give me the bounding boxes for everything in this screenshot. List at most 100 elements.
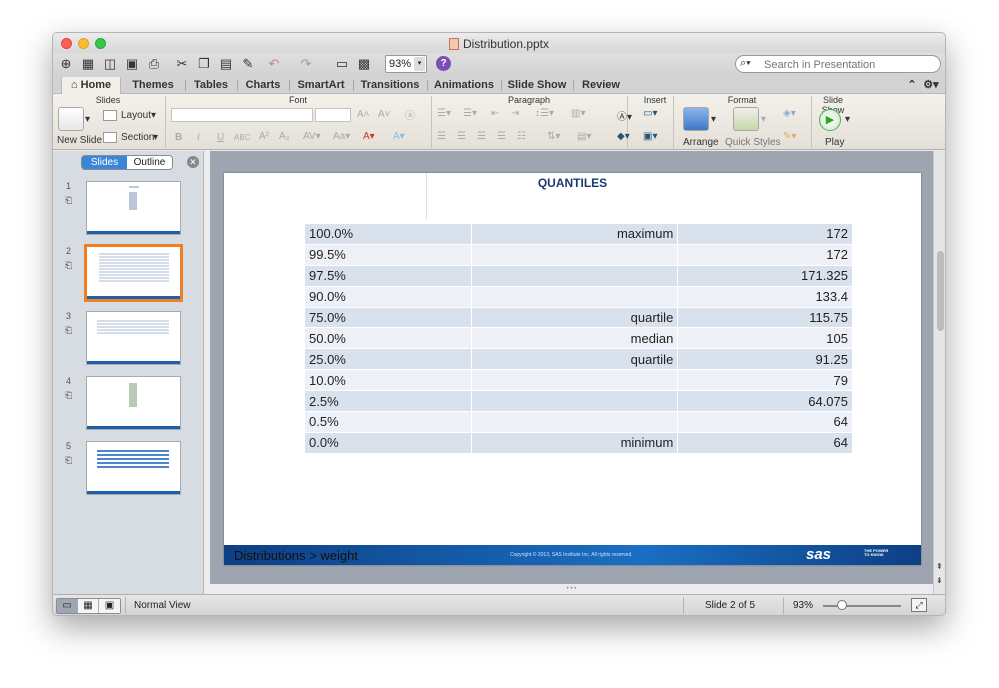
- line-spacing-icon[interactable]: ↕☰▾: [535, 108, 554, 119]
- text-effects-icon[interactable]: A▾: [393, 131, 405, 142]
- fit-to-window-icon[interactable]: ⤢: [911, 598, 927, 612]
- shape-fill-icon[interactable]: ◈▾: [783, 108, 796, 119]
- layout-icon[interactable]: [103, 110, 117, 121]
- decrease-font-size-icon[interactable]: A˅: [378, 109, 391, 120]
- quantiles-table[interactable]: 100.0% maximum 172 99.5% 172 97.5% 171.325 9…: [304, 223, 853, 454]
- columns-icon[interactable]: ▥▾: [571, 108, 585, 119]
- zoom-slider-knob[interactable]: [837, 600, 847, 610]
- align-center-icon[interactable]: ☰: [457, 131, 466, 142]
- quick-styles-button[interactable]: Quick Styles: [725, 137, 781, 148]
- new-slide-icon[interactable]: [58, 107, 84, 131]
- format-painter-icon[interactable]: ✎: [239, 55, 257, 73]
- section-icon[interactable]: [103, 132, 117, 143]
- vertical-scrollbar[interactable]: ⇞ ⇟: [933, 151, 945, 594]
- picture-icon[interactable]: ▭▾: [643, 108, 657, 119]
- subscript-icon[interactable]: A₂: [279, 131, 290, 142]
- insert-slide-icon[interactable]: ▭: [333, 55, 351, 73]
- play-button[interactable]: Play: [825, 137, 844, 148]
- character-spacing-icon[interactable]: AV▾: [303, 131, 321, 142]
- text-box-icon[interactable]: Ⓐ▾: [617, 108, 632, 123]
- align-text-icon[interactable]: ▤▾: [577, 131, 591, 142]
- slide-thumbnail-5[interactable]: 5 ⎗: [53, 441, 204, 497]
- cut-icon[interactable]: ✂: [173, 55, 191, 73]
- tab-charts[interactable]: Charts: [239, 77, 287, 94]
- tab-home[interactable]: ⌂ Home: [61, 77, 121, 94]
- shape-line-icon[interactable]: ✎▾: [783, 131, 796, 142]
- save-icon[interactable]: ▣: [123, 55, 141, 73]
- tab-smartart[interactable]: SmartArt: [291, 77, 351, 94]
- play-icon[interactable]: ▶: [819, 109, 841, 131]
- close-pane-icon[interactable]: ✕: [187, 156, 199, 168]
- change-case-icon[interactable]: Aa▾: [333, 131, 350, 142]
- italic-icon[interactable]: I: [197, 132, 200, 143]
- paste-icon[interactable]: ▤: [217, 55, 235, 73]
- new-slide-dropdown-icon[interactable]: ▾: [85, 114, 90, 125]
- footer-breadcrumb[interactable]: Distributions > weight: [234, 548, 358, 563]
- scroll-thumb[interactable]: [937, 251, 944, 331]
- strikethrough-icon[interactable]: ABC: [234, 133, 250, 142]
- tab-tables[interactable]: Tables: [187, 77, 235, 94]
- quick-styles-icon[interactable]: [733, 107, 759, 131]
- decrease-indent-icon[interactable]: ⇤: [491, 108, 499, 119]
- smartart-icon[interactable]: ▣▾: [643, 131, 657, 142]
- tab-review[interactable]: Review: [575, 77, 627, 94]
- redo-icon[interactable]: ↷: [297, 55, 315, 73]
- quick-styles-dropdown-icon[interactable]: ▾: [761, 114, 766, 125]
- templates-icon[interactable]: ▦: [79, 55, 97, 73]
- notes-splitter-handle[interactable]: • • •: [210, 584, 933, 594]
- slideshow-icon[interactable]: ▩: [355, 55, 373, 73]
- zoom-slider[interactable]: [823, 605, 901, 607]
- shapes-icon[interactable]: ◆▾: [617, 131, 630, 142]
- tab-animations[interactable]: Animations: [429, 77, 499, 94]
- arrange-icon[interactable]: [683, 107, 709, 131]
- section-button[interactable]: Section: [121, 132, 154, 143]
- arrange-dropdown-icon[interactable]: ▾: [711, 114, 716, 125]
- bold-icon[interactable]: B: [175, 132, 182, 143]
- outline-tab[interactable]: Outline: [127, 156, 172, 169]
- slide-thumbnail-2[interactable]: 2 ⎗: [53, 244, 204, 302]
- slide-canvas[interactable]: QUANTILES 100.0% maximum 172 99.5% 172 97.5…: [224, 173, 921, 565]
- print-icon[interactable]: ⎙: [145, 55, 163, 73]
- distribute-icon[interactable]: ☷: [517, 131, 526, 142]
- collapse-ribbon-icon[interactable]: ⌃: [905, 77, 919, 94]
- play-dropdown-icon[interactable]: ▾: [845, 114, 850, 125]
- copy-icon[interactable]: ❐: [195, 55, 213, 73]
- arrange-button[interactable]: Arrange: [683, 137, 719, 148]
- slides-tab[interactable]: Slides: [82, 156, 127, 169]
- bullets-icon[interactable]: ☰▾: [437, 108, 451, 119]
- zoom-select[interactable]: 93% ▾: [385, 55, 427, 73]
- normal-view-icon[interactable]: ▭: [57, 599, 78, 613]
- open-icon[interactable]: ◫: [101, 55, 119, 73]
- tab-themes[interactable]: Themes: [123, 77, 183, 94]
- slide-thumbnail-3[interactable]: 3 ⎗: [53, 311, 204, 367]
- undo-icon[interactable]: ↶: [265, 55, 283, 73]
- text-direction-icon[interactable]: ⇅▾: [547, 131, 560, 142]
- section-dropdown-icon[interactable]: ▾: [153, 132, 158, 143]
- layout-button[interactable]: Layout: [121, 110, 151, 121]
- search-icon[interactable]: ⌕▾: [740, 57, 751, 70]
- font-name-field[interactable]: [171, 108, 313, 122]
- previous-slide-icon[interactable]: ⇞: [936, 563, 943, 571]
- tab-transitions[interactable]: Transitions: [355, 77, 425, 94]
- font-color-icon[interactable]: A▾: [363, 131, 375, 142]
- font-size-field[interactable]: [315, 108, 351, 122]
- new-slide-button[interactable]: New Slide: [57, 135, 102, 146]
- slide-show-view-icon[interactable]: ▣: [99, 599, 120, 613]
- slide-thumbnail-1[interactable]: 1 ⎗: [53, 181, 204, 237]
- layout-dropdown-icon[interactable]: ▾: [151, 110, 156, 121]
- align-right-icon[interactable]: ☰: [477, 131, 486, 142]
- align-left-icon[interactable]: ☰: [437, 131, 446, 142]
- slide-title[interactable]: QUANTILES: [224, 176, 921, 190]
- slide-sorter-icon[interactable]: ▦: [78, 599, 99, 613]
- tab-slide-show[interactable]: Slide Show: [503, 77, 571, 94]
- increase-indent-icon[interactable]: ⇥: [511, 108, 519, 119]
- underline-icon[interactable]: U: [217, 132, 224, 143]
- zoom-dropdown-icon[interactable]: ▾: [414, 57, 425, 71]
- increase-font-size-icon[interactable]: A˄: [357, 109, 370, 120]
- numbering-icon[interactable]: ☰▾: [463, 108, 477, 119]
- next-slide-icon[interactable]: ⇟: [936, 577, 943, 585]
- ribbon-options-gear-icon[interactable]: ⚙▾: [921, 77, 941, 94]
- help-icon[interactable]: ?: [436, 56, 451, 71]
- clear-formatting-icon[interactable]: ⓐ: [405, 107, 415, 122]
- new-presentation-icon[interactable]: ⊕: [57, 55, 75, 73]
